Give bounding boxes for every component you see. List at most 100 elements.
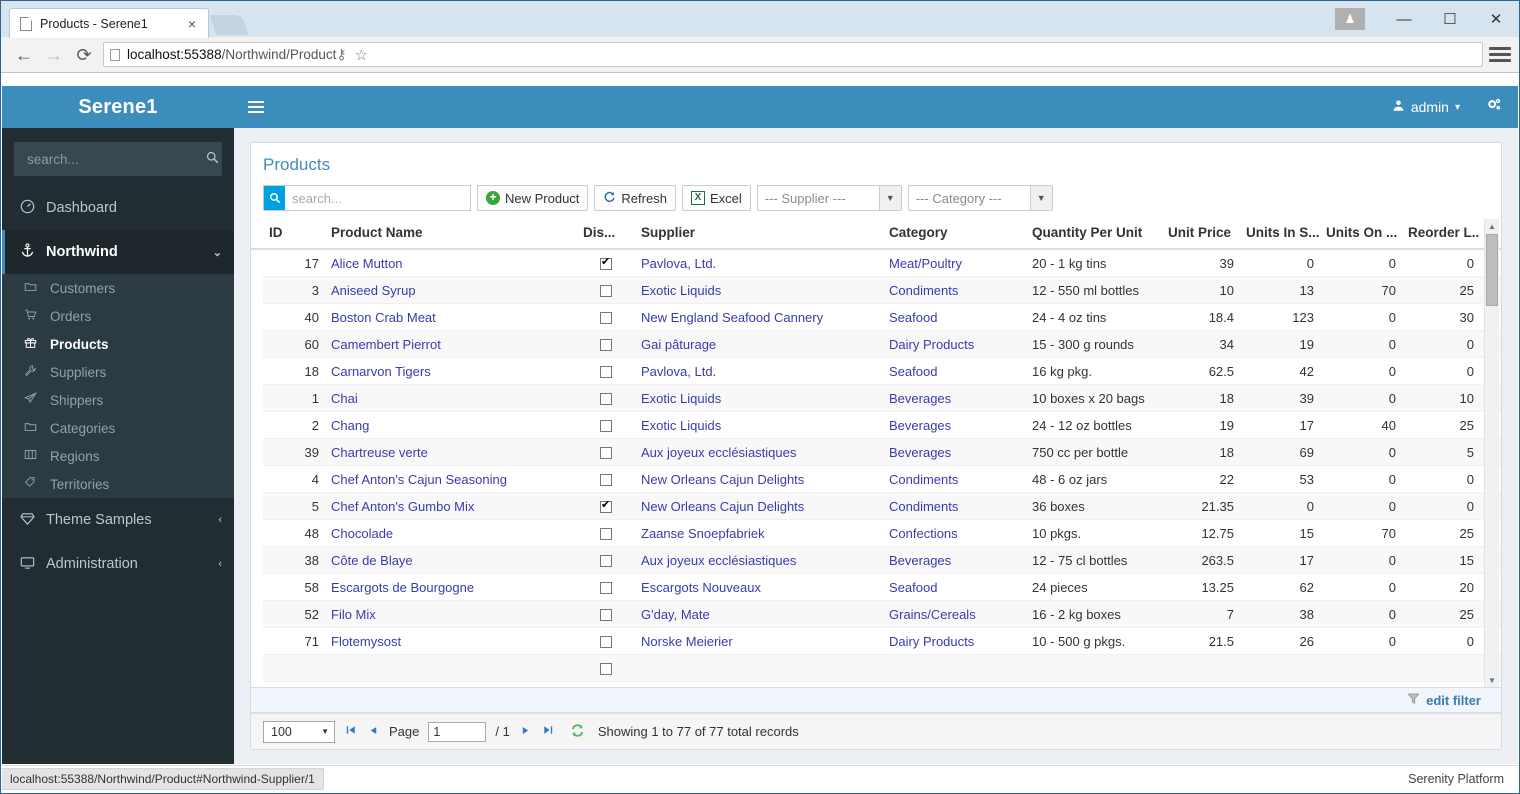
- category-filter-select[interactable]: --- Category --- ▼: [907, 185, 1053, 211]
- discontinued-checkbox[interactable]: [600, 256, 612, 271]
- discontinued-checkbox[interactable]: [600, 366, 612, 379]
- column-header-supplier[interactable]: Supplier: [635, 219, 883, 248]
- grid-cell-supplier[interactable]: Escargots Nouveaux: [635, 580, 883, 595]
- grid-cell-name[interactable]: Chartreuse verte: [325, 445, 577, 460]
- grid-cell-category[interactable]: Beverages: [883, 391, 1026, 406]
- sidebar-item-northwind[interactable]: Northwind ⌄: [2, 230, 234, 274]
- grid-cell-name[interactable]: Chocolade: [325, 526, 577, 541]
- sidebar-item-customers[interactable]: Customers: [2, 274, 234, 302]
- sidebar-item-territories[interactable]: Territories: [2, 470, 234, 498]
- discontinued-checkbox[interactable]: [600, 312, 612, 325]
- sidebar-item-dashboard[interactable]: Dashboard: [2, 186, 234, 230]
- discontinued-checkbox[interactable]: [600, 499, 612, 514]
- column-header-units-in-stock[interactable]: Units In S...: [1240, 219, 1320, 248]
- grid-cell-category[interactable]: Confections: [883, 526, 1026, 541]
- table-row[interactable]: 18 Carnarvon Tigers Pavlova, Ltd. Seafood 16…: [263, 358, 1501, 385]
- grid-cell-name[interactable]: Filo Mix: [325, 607, 577, 622]
- sidebar-search-input[interactable]: [25, 150, 206, 168]
- grid-cell-supplier[interactable]: Pavlova, Ltd.: [635, 364, 883, 379]
- grid-cell-supplier[interactable]: Exotic Liquids: [635, 391, 883, 406]
- browser-menu-icon[interactable]: [1489, 47, 1511, 62]
- sidebar-toggle-icon[interactable]: [248, 101, 264, 113]
- grid-cell-name[interactable]: Boston Crab Meat: [325, 310, 577, 325]
- grid-cell-supplier[interactable]: Zaanse Snoepfabriek: [635, 526, 883, 541]
- sidebar-item-suppliers[interactable]: Suppliers: [2, 358, 234, 386]
- grid-cell-category[interactable]: Dairy Products: [883, 634, 1026, 649]
- settings-gear-icon[interactable]: [1486, 97, 1502, 117]
- table-row[interactable]: 2 Chang Exotic Liquids Beverages 24 - 12 oz …: [263, 412, 1501, 439]
- close-tab-icon[interactable]: ×: [184, 17, 200, 31]
- discontinued-checkbox[interactable]: [600, 528, 612, 541]
- maximize-button[interactable]: ☐: [1427, 4, 1473, 34]
- discontinued-checkbox[interactable]: [600, 582, 612, 595]
- quick-search-input[interactable]: [285, 189, 470, 207]
- grid-cell-name[interactable]: Chang: [325, 418, 577, 433]
- sidebar-item-theme-samples[interactable]: Theme Samples ‹: [2, 498, 234, 542]
- sidebar-item-categories[interactable]: Categories: [2, 414, 234, 442]
- page-size-select[interactable]: 100 ▼: [263, 720, 335, 743]
- grid-cell-supplier[interactable]: New Orleans Cajun Delights: [635, 499, 883, 514]
- next-page-button[interactable]: [519, 724, 532, 739]
- forward-icon[interactable]: →: [39, 46, 69, 64]
- column-header-units-on-order[interactable]: Units On ...: [1320, 219, 1402, 248]
- minimize-button[interactable]: —: [1381, 4, 1427, 34]
- column-header-name[interactable]: Product Name: [325, 219, 577, 248]
- grid-cell-category[interactable]: Condiments: [883, 499, 1026, 514]
- scroll-up-arrow[interactable]: ▲: [1485, 219, 1499, 233]
- last-page-button[interactable]: [541, 724, 555, 739]
- prev-page-button[interactable]: [367, 724, 380, 739]
- column-header-reorder-level[interactable]: Reorder L...: [1402, 219, 1480, 248]
- quick-search[interactable]: [263, 185, 471, 211]
- reload-icon[interactable]: ⟳: [69, 46, 99, 64]
- discontinued-checkbox[interactable]: [600, 339, 612, 352]
- browser-tab[interactable]: Products - Serene1 ×: [9, 8, 209, 38]
- scroll-down-arrow[interactable]: ▼: [1485, 673, 1499, 687]
- discontinued-checkbox[interactable]: [600, 663, 612, 676]
- grid-cell-name[interactable]: Côte de Blaye: [325, 553, 577, 568]
- table-row[interactable]: 39 Chartreuse verte Aux joyeux ecclésiasti…: [263, 439, 1501, 466]
- grid-cell-category[interactable]: Condiments: [883, 283, 1026, 298]
- scrollbar-thumb[interactable]: [1486, 234, 1498, 306]
- grid-cell-supplier[interactable]: Exotic Liquids: [635, 283, 883, 298]
- column-header-discontinued[interactable]: Dis...: [577, 219, 635, 248]
- table-row[interactable]: 48 Chocolade Zaanse Snoepfabriek Confection…: [263, 520, 1501, 547]
- new-product-button[interactable]: + New Product: [477, 185, 589, 211]
- brand-logo[interactable]: Serene1: [2, 86, 234, 128]
- discontinued-checkbox[interactable]: [600, 609, 612, 622]
- table-row[interactable]: 1 Chai Exotic Liquids Beverages 10 boxes x 2…: [263, 385, 1501, 412]
- table-row[interactable]: 58 Escargots de Bourgogne Escargots Nouvea…: [263, 574, 1501, 601]
- browser-profile-icon[interactable]: ♟: [1335, 8, 1365, 30]
- column-header-qpu[interactable]: Quantity Per Unit: [1026, 219, 1162, 248]
- discontinued-checkbox[interactable]: [600, 393, 612, 406]
- grid-cell-supplier[interactable]: Norske Meierier: [635, 634, 883, 649]
- new-tab-button[interactable]: [209, 15, 249, 35]
- column-header-price[interactable]: Unit Price: [1162, 219, 1240, 248]
- grid-cell-category[interactable]: Beverages: [883, 553, 1026, 568]
- grid-cell-category[interactable]: Meat/Poultry: [883, 256, 1026, 271]
- table-row[interactable]: 52 Filo Mix G'day, Mate Grains/Cereals 16 - …: [263, 601, 1501, 628]
- grid-cell-name[interactable]: Alice Mutton: [325, 256, 577, 271]
- first-page-button[interactable]: [344, 724, 358, 739]
- user-menu[interactable]: admin ▾: [1392, 99, 1460, 115]
- sidebar-item-products[interactable]: Products: [2, 330, 234, 358]
- address-bar[interactable]: localhost:55388/Northwind/Product ⚷ ☆: [103, 42, 1483, 67]
- table-row[interactable]: 17 Alice Mutton Pavlova, Ltd.Meat/Poultry 2…: [263, 250, 1501, 277]
- table-row[interactable]: 71 Flotemysost Norske Meierier Dairy Produc…: [263, 628, 1501, 655]
- discontinued-checkbox[interactable]: [600, 447, 612, 460]
- grid-cell-name[interactable]: Camembert Pierrot: [325, 337, 577, 352]
- grid-cell-category[interactable]: Grains/Cereals: [883, 607, 1026, 622]
- grid-vertical-scrollbar[interactable]: ▲ ▼: [1484, 219, 1499, 687]
- column-header-id[interactable]: ID: [263, 219, 325, 248]
- edit-filter-link[interactable]: edit filter: [1426, 693, 1481, 708]
- grid-cell-name[interactable]: Chef Anton's Cajun Seasoning: [325, 472, 577, 487]
- close-window-button[interactable]: ✕: [1473, 4, 1519, 34]
- column-header-category[interactable]: Category: [883, 219, 1026, 248]
- bookmark-star-icon[interactable]: ☆: [355, 46, 368, 64]
- grid-cell-supplier[interactable]: Pavlova, Ltd.: [635, 256, 883, 271]
- key-icon[interactable]: ⚷: [336, 46, 346, 63]
- search-icon[interactable]: [264, 186, 285, 210]
- grid-cell-category[interactable]: Condiments: [883, 472, 1026, 487]
- refresh-button[interactable]: Refresh: [594, 185, 676, 211]
- table-row[interactable]: 4 Chef Anton's Cajun Seasoning New Orleans…: [263, 466, 1501, 493]
- sidebar-item-shippers[interactable]: Shippers: [2, 386, 234, 414]
